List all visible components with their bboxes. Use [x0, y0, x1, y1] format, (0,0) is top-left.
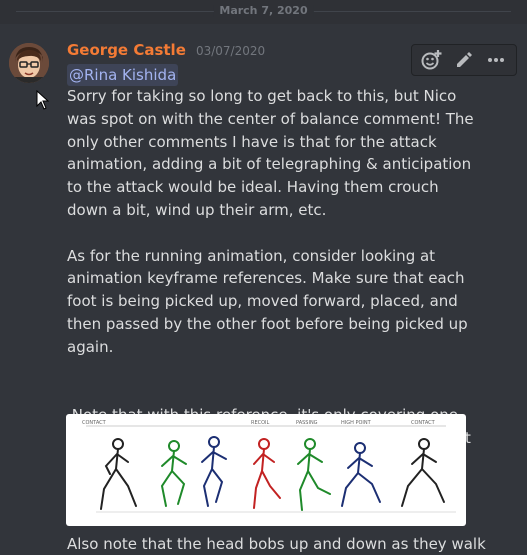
message-timestamp[interactable]: 03/07/2020	[196, 44, 265, 58]
edit-button[interactable]	[448, 46, 480, 74]
username[interactable]: George Castle	[67, 41, 186, 59]
message-paragraph: As for the running animation, consider l…	[67, 246, 468, 356]
frame-label: CONTACT	[411, 420, 436, 426]
frame-label: CONTACT	[82, 420, 107, 426]
more-options-icon	[488, 58, 504, 62]
date-divider: March 7, 2020	[16, 5, 511, 17]
frame-label: RECOIL	[251, 420, 270, 426]
add-reaction-button[interactable]	[416, 46, 448, 74]
user-mention[interactable]: @Rina Kishida	[67, 64, 179, 86]
mouse-cursor-icon	[36, 89, 50, 114]
reference-image-attachment[interactable]: CONTACT RECOIL PASSING HIGH POINT CONTAC…	[66, 414, 466, 526]
message-paragraph: Also note that the head bobs up and down…	[67, 535, 486, 553]
message-header: George Castle 03/07/2020	[67, 40, 265, 59]
run-cycle-reference-illustration: CONTACT RECOIL PASSING HIGH POINT CONTAC…	[82, 420, 456, 513]
frame-label: HIGH POINT	[341, 420, 372, 426]
add-reaction-icon	[421, 50, 442, 70]
message-toolbar	[411, 44, 517, 76]
frame-label: PASSING	[296, 420, 318, 426]
avatar[interactable]	[9, 43, 49, 83]
edit-icon	[457, 52, 472, 67]
date-divider-label: March 7, 2020	[213, 5, 314, 17]
message-paragraph: Sorry for taking so long to get back to …	[67, 87, 474, 219]
chat-message[interactable]: George Castle 03/07/2020 @Rina Kishida S…	[0, 24, 527, 555]
more-options-button[interactable]	[480, 46, 512, 74]
